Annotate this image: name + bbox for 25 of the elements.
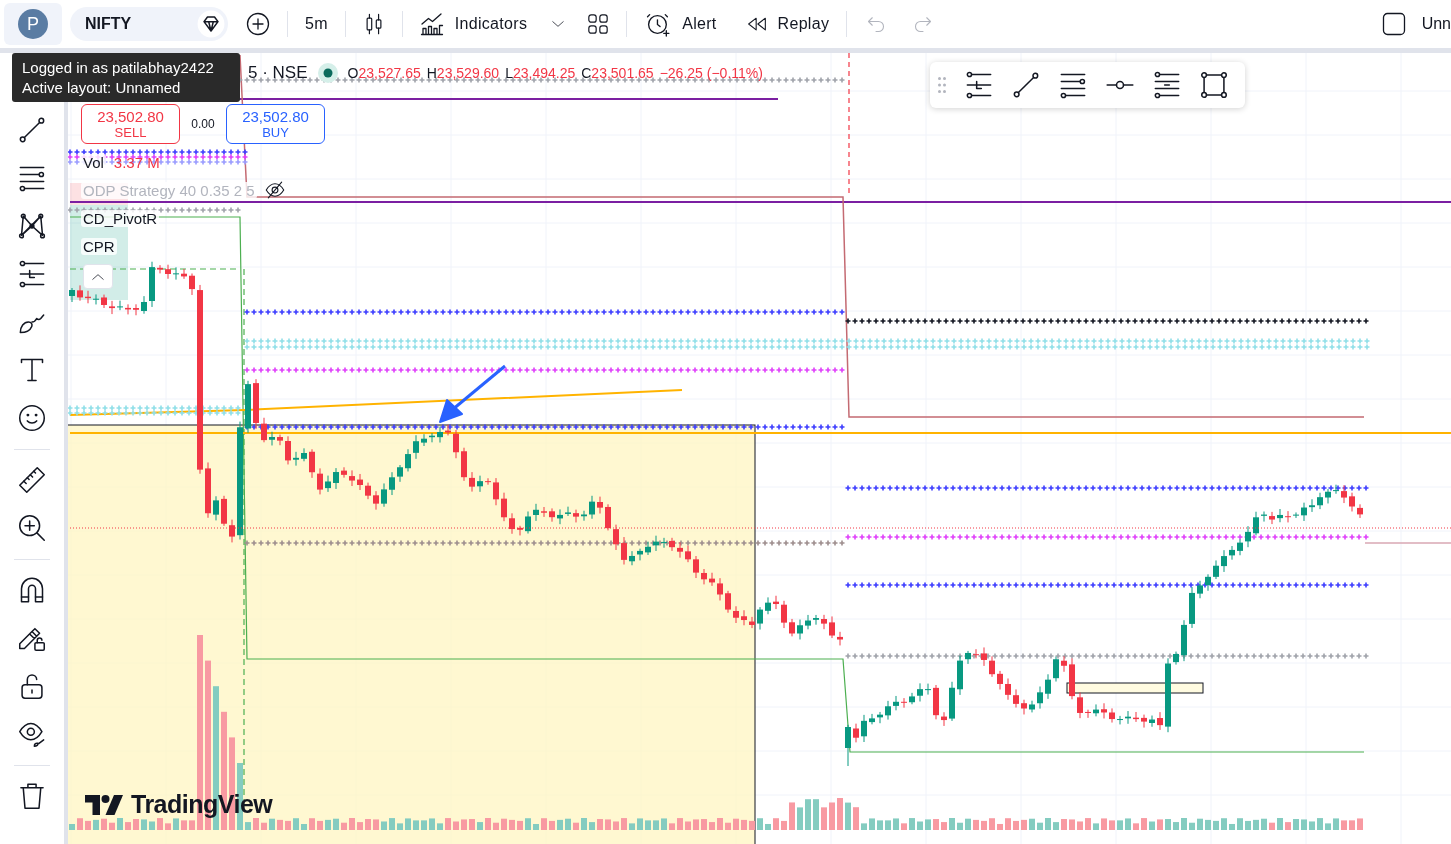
text-tool-icon[interactable] bbox=[18, 356, 46, 384]
bar-line-chart-icon[interactable] bbox=[419, 12, 444, 36]
alarm-plus-icon[interactable] bbox=[646, 11, 672, 37]
magnet-icon[interactable] bbox=[18, 576, 46, 604]
layout-name-button[interactable]: Unn bbox=[1421, 15, 1451, 33]
eye-brush-icon[interactable] bbox=[18, 720, 46, 748]
plus-circle-icon[interactable] bbox=[246, 12, 270, 36]
indicators-button[interactable]: Indicators bbox=[419, 7, 528, 41]
interval-button[interactable]: 5m bbox=[305, 7, 328, 41]
zoom-in-icon[interactable] bbox=[18, 514, 46, 542]
symbol-search-button[interactable]: NIFTY bbox=[70, 7, 228, 41]
replay-button[interactable]: Replay bbox=[746, 7, 830, 41]
emoji-icon[interactable] bbox=[18, 404, 46, 432]
avatar-circle[interactable]: P bbox=[18, 9, 48, 39]
pattern-icon[interactable] bbox=[18, 212, 46, 240]
line-tool-icon[interactable] bbox=[18, 116, 46, 144]
account-button[interactable]: P bbox=[4, 3, 62, 45]
square-icon[interactable] bbox=[1381, 12, 1406, 36]
grid-icon[interactable] bbox=[587, 13, 610, 35]
unlock-icon[interactable] bbox=[18, 672, 46, 700]
alert-button[interactable]: Alert bbox=[646, 7, 717, 41]
ruler-icon[interactable] bbox=[18, 466, 46, 494]
parallel-lines-icon[interactable] bbox=[18, 164, 46, 192]
position-tool-icon[interactable] bbox=[18, 260, 46, 288]
trash-icon[interactable] bbox=[18, 782, 46, 810]
